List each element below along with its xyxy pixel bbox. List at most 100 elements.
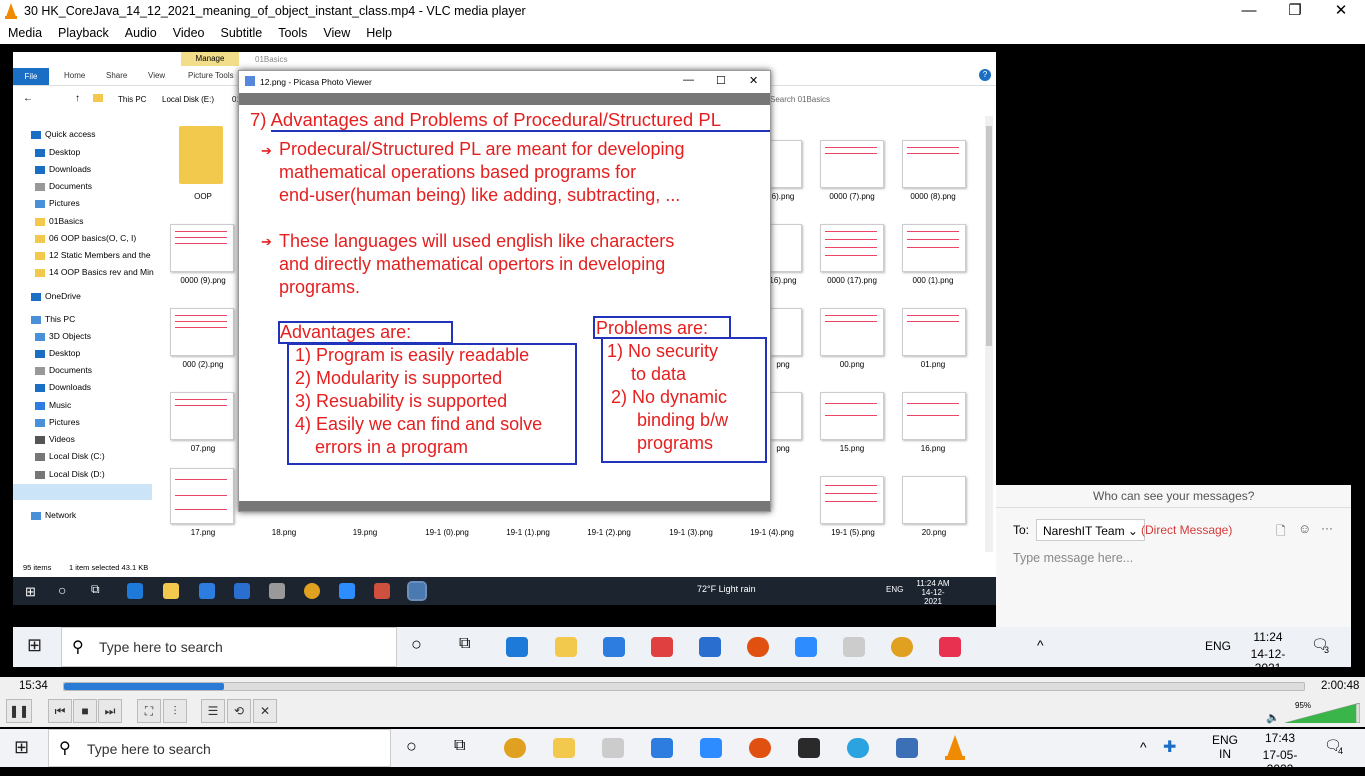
nav-item[interactable]: Music [35, 400, 71, 410]
clock[interactable]: 11:24 AM 14-12-2021 [913, 579, 953, 606]
file-thumbnail[interactable] [770, 392, 802, 440]
clock[interactable]: 17:43 17-05-2022 [1250, 731, 1310, 776]
app-icon[interactable] [374, 583, 390, 599]
task-view-icon[interactable]: ⧉ [454, 737, 465, 755]
path-this-pc[interactable]: This PC [118, 95, 146, 104]
nav-item[interactable]: Pictures [35, 417, 80, 427]
file-explorer-icon[interactable] [553, 738, 575, 758]
scrollbar[interactable] [985, 116, 993, 552]
mail-icon[interactable] [234, 583, 250, 599]
file-label[interactable]: 000 (1).png [893, 276, 973, 285]
nav-item[interactable]: Local Disk (C:) [35, 451, 105, 461]
nav-item[interactable]: Desktop [35, 348, 80, 358]
menu-media[interactable]: Media [0, 23, 50, 40]
sticky-notes-icon[interactable] [798, 738, 820, 758]
file-label[interactable]: 00.png [812, 360, 892, 369]
minimize-button[interactable]: — [1226, 0, 1272, 23]
task-view-icon[interactable]: ⧉ [459, 635, 470, 653]
file-thumbnail[interactable] [820, 476, 884, 524]
view-tab[interactable]: View [148, 71, 165, 80]
more-icon[interactable]: ··· [1321, 521, 1333, 535]
cortana-icon[interactable]: ○ [411, 634, 422, 655]
file-thumbnail[interactable] [770, 140, 802, 188]
nav-item[interactable]: Pictures [35, 198, 80, 208]
windows-icon[interactable]: ⊞ [27, 635, 42, 656]
file-label[interactable]: 19-1 (3).png [651, 528, 731, 537]
emoji-icon[interactable]: ☺ [1298, 521, 1311, 536]
back-arrow-icon[interactable]: ← [23, 93, 33, 104]
nav-item[interactable]: Quick access [31, 129, 96, 139]
loop-button[interactable]: ⟲ [227, 699, 251, 723]
nav-item[interactable]: Documents [35, 181, 92, 191]
file-thumbnail[interactable] [820, 140, 884, 188]
menu-view[interactable]: View [315, 23, 358, 40]
recorder-icon[interactable] [749, 738, 771, 758]
menu-subtitle[interactable]: Subtitle [213, 23, 271, 40]
next-button[interactable]: ⏭ [98, 699, 122, 723]
snipping-icon[interactable] [602, 738, 624, 758]
file-label[interactable]: 0000 (7).png [812, 192, 892, 201]
snipping-icon[interactable] [269, 583, 285, 599]
app-icon[interactable] [939, 637, 961, 657]
weather[interactable]: 72°F Light rain [697, 584, 756, 594]
zoom-icon[interactable] [700, 738, 722, 758]
nav-item[interactable]: Downloads [35, 382, 91, 392]
nav-item[interactable]: 12 Static Members and the [35, 250, 151, 260]
file-label[interactable]: 19.png [325, 528, 405, 537]
speaker-icon[interactable]: 🔈 [1266, 711, 1280, 724]
zoom-icon[interactable] [339, 583, 355, 599]
file-thumbnail[interactable] [170, 392, 234, 440]
file-thumbnail[interactable] [170, 468, 234, 524]
task-view-icon[interactable]: ⧉ [91, 582, 100, 597]
file-thumbnail[interactable] [820, 308, 884, 356]
file-label[interactable]: 19-1 (2).png [569, 528, 649, 537]
menu-audio[interactable]: Audio [117, 23, 165, 40]
telegram-icon[interactable] [847, 738, 869, 758]
search-box[interactable]: ⚲ Type here to search [48, 729, 391, 767]
close-button[interactable]: ✕ [1318, 0, 1364, 23]
file-explorer-icon[interactable] [555, 637, 577, 657]
file-label[interactable]: 0000 (8).png [893, 192, 973, 201]
file-thumbnail[interactable] [902, 308, 966, 356]
file-thumbnail[interactable] [770, 224, 802, 272]
language[interactable]: ENG [886, 585, 903, 594]
menu-playback[interactable]: Playback [50, 23, 117, 40]
seek-track[interactable] [63, 682, 1305, 691]
chevron-up-icon[interactable]: ^ [1140, 739, 1147, 755]
file-label[interactable]: 01.png [893, 360, 973, 369]
nav-item[interactable]: Downloads [35, 164, 91, 174]
manage-tab[interactable]: Manage [181, 52, 239, 66]
share-tab[interactable]: Share [106, 71, 127, 80]
picture-tools-tab[interactable]: Picture Tools [188, 71, 234, 80]
file-thumbnail[interactable] [170, 308, 234, 356]
shuffle-button[interactable]: ✕ [253, 699, 277, 723]
menu-video[interactable]: Video [165, 23, 213, 40]
message-input[interactable]: Type message here... [1013, 551, 1133, 565]
chrome-icon[interactable] [504, 738, 526, 758]
edge-icon[interactable] [506, 637, 528, 657]
edge-icon[interactable] [127, 583, 143, 599]
chrome-icon[interactable] [891, 637, 913, 657]
photos-icon[interactable] [896, 738, 918, 758]
windows-icon[interactable]: ⊞ [14, 737, 29, 758]
menu-help[interactable]: Help [358, 23, 400, 40]
privacy-info[interactable]: Who can see your messages? [1093, 489, 1254, 503]
file-thumbnail[interactable] [902, 140, 966, 188]
chrome-icon[interactable] [304, 583, 320, 599]
fullscreen-button[interactable]: ⛶ [137, 699, 161, 723]
path-local-disk[interactable]: Local Disk (E:) [162, 95, 214, 104]
file-label[interactable]: 15.png [812, 444, 892, 453]
file-label[interactable]: 0000 (17).png [812, 276, 892, 285]
vlc-taskbar-icon[interactable] [944, 735, 966, 761]
recorder-icon[interactable] [747, 637, 769, 657]
volume-slider[interactable] [1285, 703, 1360, 723]
pause-button[interactable]: ❚❚ [6, 699, 32, 723]
file-thumbnail[interactable] [902, 224, 966, 272]
seek-bar[interactable]: 15:34 2:00:48 [0, 677, 1365, 697]
recipient-select[interactable]: NareshIT Team ⌄ [1036, 519, 1145, 541]
file-label[interactable]: 17.png [163, 528, 243, 537]
previous-button[interactable]: ⏮ [48, 699, 72, 723]
windows-icon[interactable]: ⊞ [25, 584, 36, 600]
stop-button[interactable]: ■ [73, 699, 97, 723]
extended-settings-button[interactable]: ⫶ [163, 699, 187, 723]
